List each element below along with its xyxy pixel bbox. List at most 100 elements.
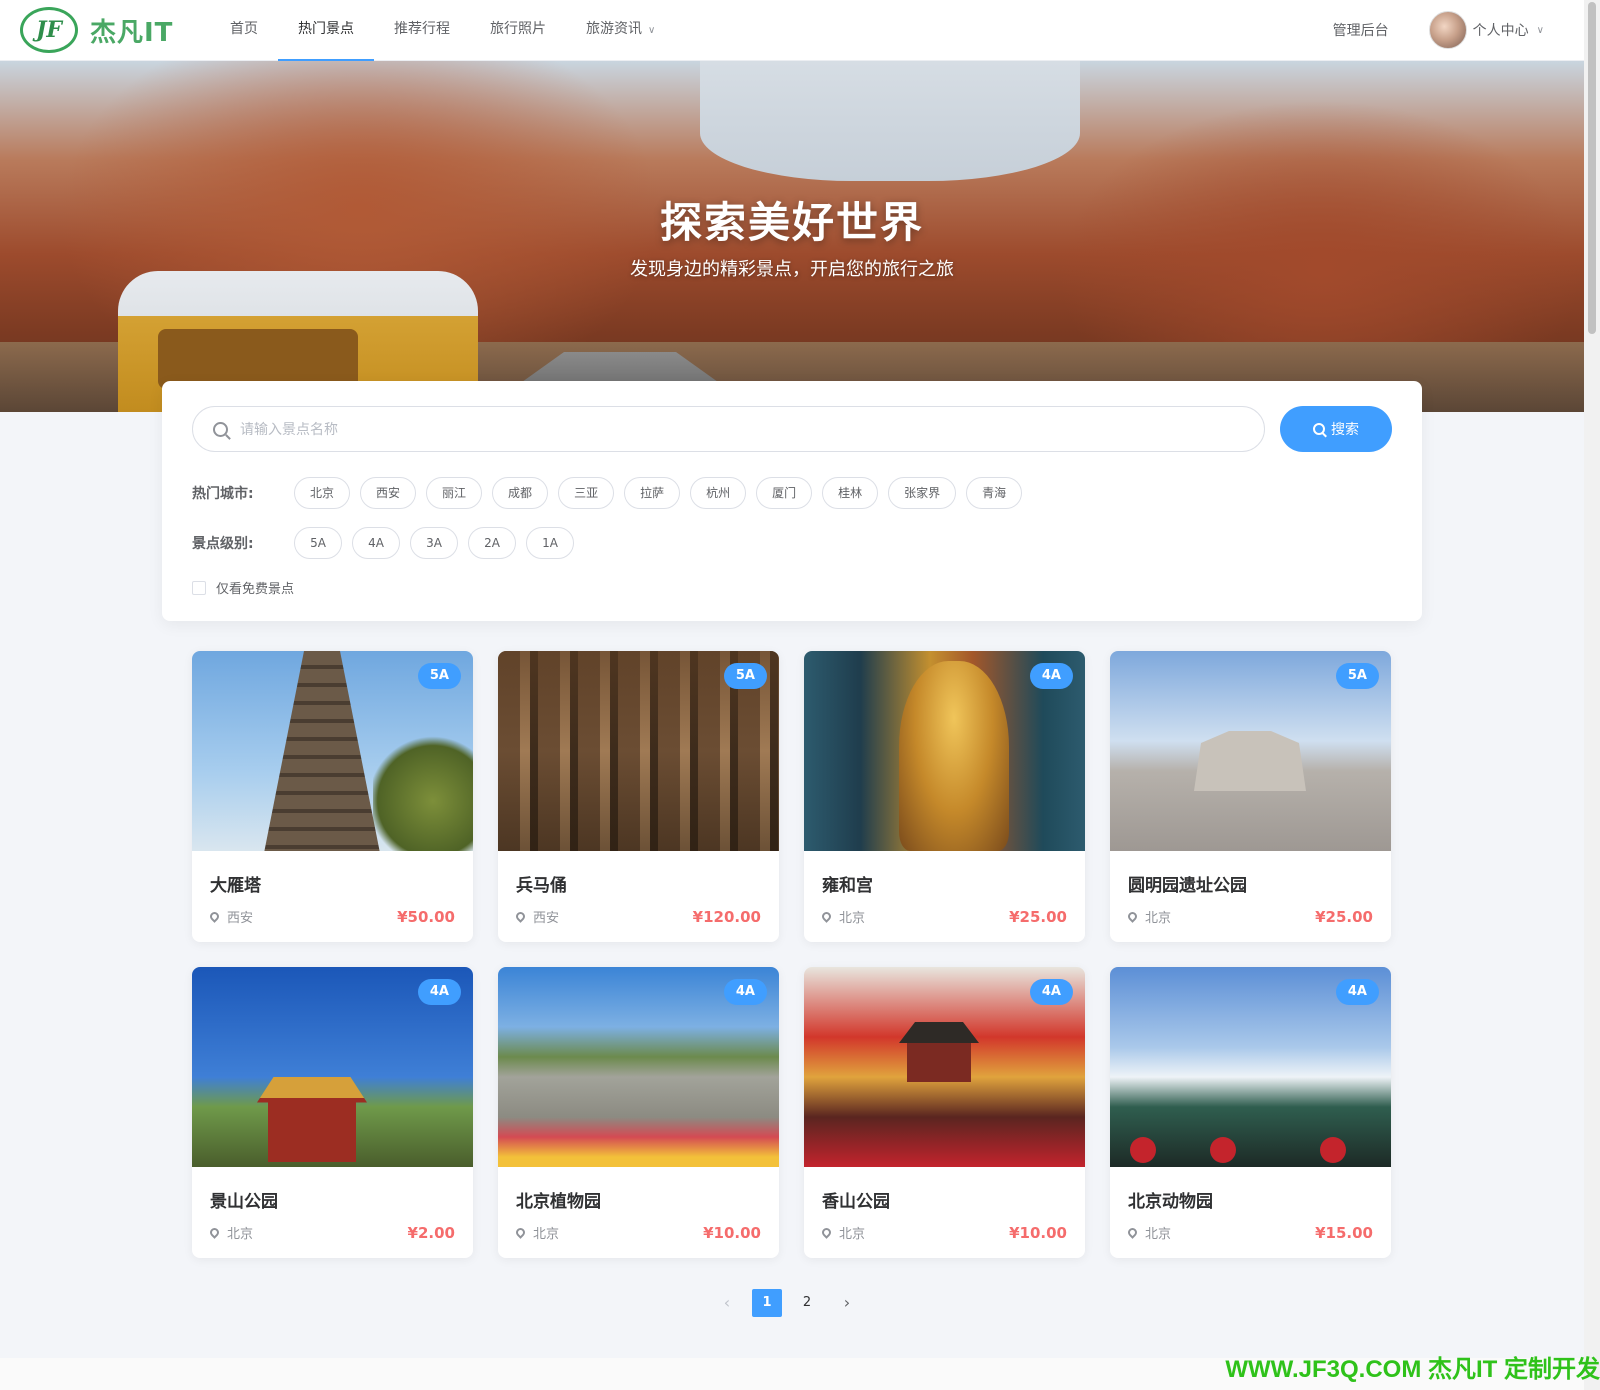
city-tag[interactable]: 北京 [294,477,351,509]
spot-price: ¥120.00 [692,907,761,926]
avatar[interactable] [1428,11,1467,49]
city-tag[interactable]: 西安 [360,477,417,509]
level-tag[interactable]: 3A [410,527,458,559]
chevron-left-icon[interactable]: ‹ [712,1289,742,1317]
spot-price: ¥25.00 [1315,907,1373,926]
spot-card[interactable]: 4A 景山公园 北京 ¥2.00 [192,967,473,1258]
free-only-option[interactable]: 仅看免费景点 [192,578,294,597]
spot-image: 4A [804,967,1085,1167]
spot-card[interactable]: 5A 圆明园遗址公园 北京 ¥25.00 [1110,651,1391,942]
brand-logo[interactable]: JF 杰凡IT [20,7,200,53]
spot-card[interactable]: 4A 香山公园 北京 ¥10.00 [804,967,1085,1258]
spot-city: 北京 [533,1227,560,1242]
city-tag[interactable]: 桂林 [822,477,879,509]
nav-hot-spots-label: 热门景点 [298,20,354,37]
search-box[interactable] [192,406,1265,452]
chevron-down-icon: ∨ [648,24,656,36]
nav-home[interactable]: 首页 [210,0,278,61]
spot-image: 4A [498,967,779,1167]
spot-meta: 北京 ¥25.00 [1126,907,1373,926]
spot-city: 北京 [227,1227,254,1242]
search-button[interactable]: 搜索 [1280,406,1392,452]
level-tag[interactable]: 2A [468,527,516,559]
hero-title: 探索美好世界 [659,198,924,247]
spot-city: 北京 [1145,1227,1172,1242]
spot-name: 圆明园遗址公园 [1128,876,1247,896]
spot-card[interactable]: 5A 大雁塔 西安 ¥50.00 [192,651,473,942]
filter-panel: 搜索 热门城市: 北京 西安 丽江 成都 三亚 拉萨 杭州 厦门 桂林 张家界 … [162,381,1422,621]
spot-meta: 北京 ¥15.00 [1126,1223,1373,1242]
hero-banner: 探索美好世界 发现身边的精彩景点，开启您的旅行之旅 [0,61,1584,412]
nav-photos[interactable]: 旅行照片 [470,0,566,61]
page-scrollbar[interactable] [1584,0,1600,1390]
user-center-link[interactable]: 个人中心 [1473,20,1529,40]
spot-price: ¥10.00 [703,1223,761,1242]
search-icon [1313,423,1325,435]
city-tag[interactable]: 厦门 [756,477,813,509]
spot-meta: 北京 ¥10.00 [820,1223,1067,1242]
level-badge: 4A [1029,979,1073,1005]
spot-price: ¥50.00 [397,907,455,926]
city-tag[interactable]: 青海 [966,477,1023,509]
nav-routes-label: 推荐行程 [394,20,450,37]
search-icon [213,421,228,437]
spot-city: 西安 [227,911,254,926]
spot-name: 兵马俑 [516,876,567,896]
level-badge: 5A [417,663,461,689]
search-input[interactable] [240,421,1140,437]
spot-name: 香山公园 [822,1192,890,1212]
spot-image: 5A [192,651,473,851]
map-pin-icon [514,1226,527,1239]
statue-shape [899,661,1009,851]
spot-price: ¥10.00 [1009,1223,1067,1242]
spot-city: 北京 [839,1227,866,1242]
nav-hot-spots[interactable]: 热门景点 [278,0,374,61]
search-button-label: 搜索 [1331,421,1359,437]
spot-image: 4A [192,967,473,1167]
level-badge: 5A [723,663,767,689]
city-tag[interactable]: 三亚 [558,477,615,509]
city-tag[interactable]: 张家界 [888,477,957,509]
level-badge: 4A [417,979,461,1005]
map-pin-icon [514,910,527,923]
city-tag[interactable]: 杭州 [690,477,747,509]
spot-card[interactable]: 4A 北京动物园 北京 ¥15.00 [1110,967,1391,1258]
level-badge: 4A [723,979,767,1005]
city-filter-row: 热门城市: 北京 西安 丽江 成都 三亚 拉萨 杭州 厦门 桂林 张家界 青海 [192,477,1032,509]
spot-image: 5A [1110,651,1391,851]
spot-price: ¥15.00 [1315,1223,1373,1242]
spot-meta: 北京 ¥2.00 [208,1223,455,1242]
chevron-down-icon[interactable]: ∨ [1537,25,1544,36]
spot-image: 4A [804,651,1085,851]
spot-image: 4A [1110,967,1391,1167]
level-tag[interactable]: 5A [294,527,342,559]
spot-card[interactable]: 4A 雍和宫 北京 ¥25.00 [804,651,1085,942]
page-button-2[interactable]: 2 [792,1289,822,1317]
spot-city: 北京 [839,911,866,926]
free-only-checkbox[interactable] [192,580,206,595]
chevron-right-icon[interactable]: › [832,1289,862,1317]
spot-meta: 北京 ¥25.00 [820,907,1067,926]
page-button-1[interactable]: 1 [752,1289,782,1317]
spot-price: ¥25.00 [1009,907,1067,926]
admin-link[interactable]: 管理后台 [1333,20,1389,40]
map-pin-icon [820,910,833,923]
spot-card[interactable]: 5A 兵马俑 西安 ¥120.00 [498,651,779,942]
nav-photos-label: 旅行照片 [490,20,546,37]
ruin-shape [1194,731,1306,791]
nav-news[interactable]: 旅游资讯 ∨ [566,0,675,61]
spot-card[interactable]: 4A 北京植物园 北京 ¥10.00 [498,967,779,1258]
level-tag[interactable]: 4A [352,527,400,559]
level-tag[interactable]: 1A [526,527,574,559]
city-tag[interactable]: 拉萨 [624,477,681,509]
spot-price: ¥2.00 [407,1223,455,1242]
map-pin-icon [1126,1226,1139,1239]
spot-image: 5A [498,651,779,851]
city-tag[interactable]: 丽江 [426,477,483,509]
lantern-shape [1210,1137,1236,1163]
scrollbar-thumb[interactable] [1588,2,1596,334]
city-tag[interactable]: 成都 [492,477,549,509]
top-header: JF 杰凡IT 首页 热门景点 推荐行程 旅行照片 旅游资讯 ∨ 管理后台 个人中… [0,0,1584,61]
corner-watermark: WWW.JF3Q.COM 杰凡IT 定制开发 [1225,1356,1600,1383]
nav-routes[interactable]: 推荐行程 [374,0,470,61]
